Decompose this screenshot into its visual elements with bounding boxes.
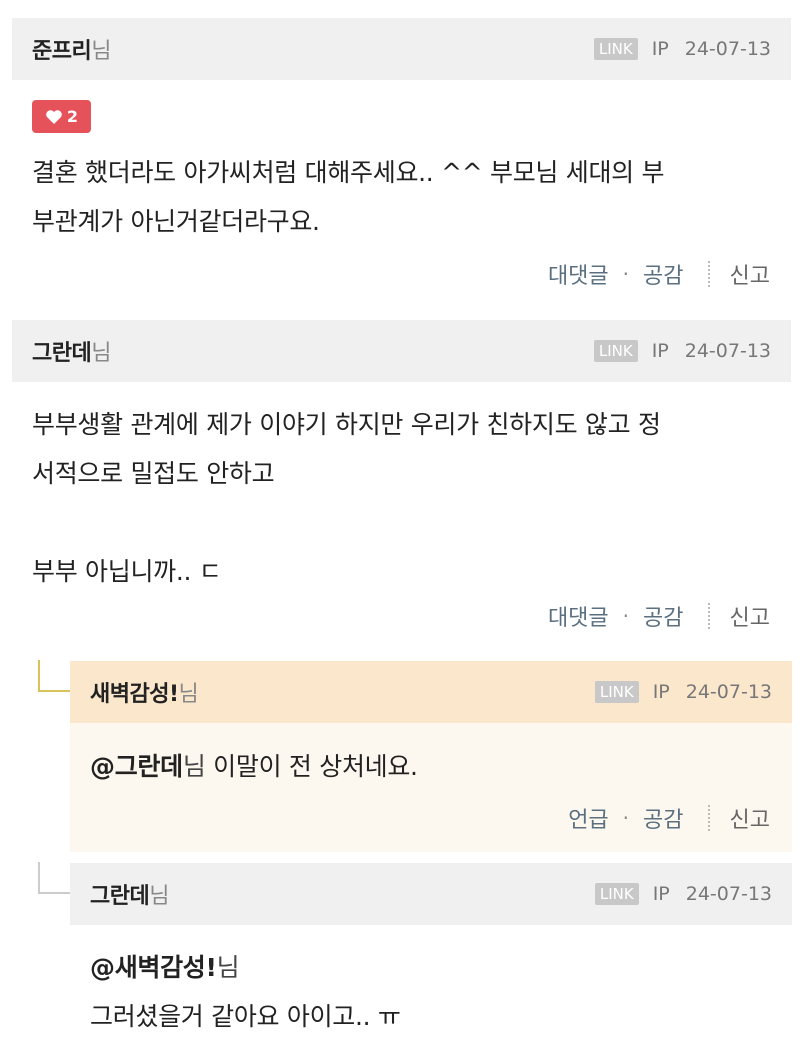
comment-body: 결혼 했더라도 아가씨처럼 대해주세요.. ^^ 부모님 세대의 부 부관계가 … bbox=[32, 148, 772, 246]
reply-body: @새벽감성!님 그러셨을거 같아요 아이고.. ㅠ bbox=[90, 943, 780, 1041]
comment-line: 부부생활 관계에 제가 이야기 하지만 우리가 친하지도 않고 정 bbox=[32, 410, 661, 439]
reply-meta: LINK IP 24-07-13 bbox=[594, 863, 772, 925]
divider bbox=[707, 261, 710, 287]
empathy-button[interactable]: 공감 bbox=[643, 802, 683, 834]
separator-dot: · bbox=[622, 806, 630, 830]
reply-actions: 언급 · 공감 신고 bbox=[568, 802, 770, 834]
comment-line: 결혼 했더라도 아가씨처럼 대해주세요.. ^^ 부모님 세대의 부 bbox=[32, 158, 665, 187]
comment-meta: LINK IP 24-07-13 bbox=[593, 320, 771, 382]
reply-header: 그란데님 LINK IP 24-07-13 bbox=[70, 863, 792, 925]
comment-actions: 대댓글 · 공감 신고 bbox=[548, 600, 770, 632]
reply-meta: LINK IP 24-07-13 bbox=[594, 661, 772, 723]
reply-text: 이말이 전 상처네요. bbox=[205, 752, 418, 781]
comment-body: 부부생활 관계에 제가 이야기 하지만 우리가 친하지도 않고 정 서적으로 밀… bbox=[32, 400, 782, 596]
mention-suffix: 님 bbox=[216, 953, 240, 982]
reply-tree-line bbox=[38, 660, 70, 692]
reply-date: 24-07-13 bbox=[685, 883, 772, 905]
report-button[interactable]: 신고 bbox=[730, 258, 770, 290]
divider bbox=[707, 805, 710, 831]
comment-line: 부관계가 아닌거같더라구요. bbox=[32, 207, 320, 236]
author-suffix: 님 bbox=[91, 341, 111, 366]
link-button[interactable]: LINK bbox=[593, 340, 638, 362]
divider bbox=[707, 603, 710, 629]
reply-text: 그러셨을거 같아요 아이고.. ㅠ bbox=[90, 1002, 401, 1031]
reply-body: @그란데님 이말이 전 상처네요. bbox=[90, 742, 780, 791]
ip-label: IP bbox=[651, 340, 669, 362]
comment-actions: 대댓글 · 공감 신고 bbox=[548, 258, 770, 290]
ip-label: IP bbox=[651, 38, 669, 60]
mention-button[interactable]: 언급 bbox=[568, 802, 608, 834]
comment-line: 부부 아닙니까.. ㄷ bbox=[32, 557, 222, 586]
report-button[interactable]: 신고 bbox=[730, 600, 770, 632]
comment-line: 서적으로 밀접도 안하고 bbox=[32, 459, 275, 488]
like-count-badge: 2 bbox=[32, 100, 91, 133]
comment-header: 그란데님 LINK IP 24-07-13 bbox=[12, 320, 791, 382]
reply-date: 24-07-13 bbox=[685, 681, 772, 703]
mention-link[interactable]: @그란데 bbox=[90, 752, 183, 781]
empathy-button[interactable]: 공감 bbox=[643, 258, 683, 290]
separator-dot: · bbox=[622, 604, 630, 628]
author-suffix: 님 bbox=[149, 884, 169, 909]
comment-date: 24-07-13 bbox=[684, 340, 771, 362]
comment-author[interactable]: 그란데님 bbox=[32, 335, 111, 367]
report-button[interactable]: 신고 bbox=[730, 802, 770, 834]
reply-tree-line bbox=[38, 862, 70, 894]
comment-line bbox=[32, 498, 782, 547]
reply-author[interactable]: 새벽감성!님 bbox=[90, 676, 199, 708]
reply-button[interactable]: 대댓글 bbox=[548, 258, 609, 290]
link-button[interactable]: LINK bbox=[594, 681, 639, 703]
comment-date: 24-07-13 bbox=[684, 38, 771, 60]
reply-author[interactable]: 그란데님 bbox=[90, 878, 169, 910]
like-count: 2 bbox=[66, 107, 79, 126]
reply-header: 새벽감성!님 LINK IP 24-07-13 bbox=[70, 661, 792, 723]
mention-link[interactable]: @새벽감성! bbox=[90, 953, 217, 982]
link-button[interactable]: LINK bbox=[593, 38, 638, 60]
link-button[interactable]: LINK bbox=[594, 883, 639, 905]
heart-icon bbox=[46, 109, 62, 124]
comment-author[interactable]: 준프리님 bbox=[32, 33, 111, 65]
ip-label: IP bbox=[652, 681, 670, 703]
mention-suffix: 님 bbox=[182, 752, 206, 781]
reply-button[interactable]: 대댓글 bbox=[548, 600, 609, 632]
comment-header: 준프리님 LINK IP 24-07-13 bbox=[12, 18, 791, 80]
empathy-button[interactable]: 공감 bbox=[643, 600, 683, 632]
comment-meta: LINK IP 24-07-13 bbox=[593, 18, 771, 80]
author-suffix: 님 bbox=[91, 39, 111, 64]
separator-dot: · bbox=[622, 262, 630, 286]
author-suffix: 님 bbox=[178, 682, 199, 707]
ip-label: IP bbox=[652, 883, 670, 905]
